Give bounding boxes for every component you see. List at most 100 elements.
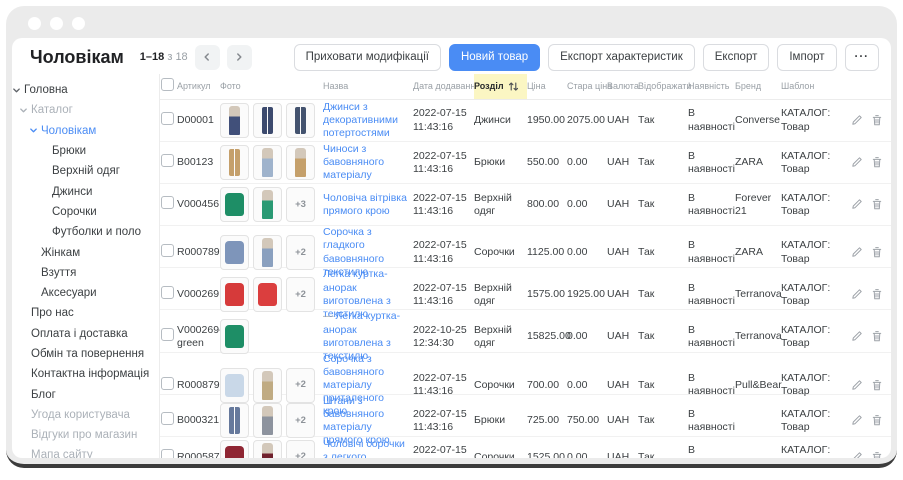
sidebar-item-shoes[interactable]: Взуття: [12, 263, 159, 283]
col-price: Ціна: [527, 81, 567, 92]
product-photos: [220, 145, 323, 180]
product-availability: В наявності: [688, 192, 735, 218]
delete-button[interactable]: [871, 246, 883, 259]
select-all-checkbox[interactable]: [161, 78, 174, 91]
product-section: Брюки: [474, 156, 527, 169]
product-photos: [220, 103, 323, 138]
product-section: Верхній одяг: [474, 192, 527, 218]
row-checkbox[interactable]: [161, 328, 174, 341]
product-sku: V000269-green: [177, 324, 220, 350]
edit-button[interactable]: [851, 288, 863, 301]
products-table: Артикул Фото Назва Дата додавання Розділ…: [160, 74, 891, 458]
product-section: Сорочки: [474, 379, 527, 392]
export-characteristics-button[interactable]: Експорт характеристик: [548, 44, 695, 71]
delete-button[interactable]: [871, 156, 883, 169]
edit-button[interactable]: [851, 114, 863, 127]
row-checkbox[interactable]: [161, 412, 174, 425]
row-checkbox[interactable]: [161, 244, 174, 257]
row-checkbox[interactable]: [161, 286, 174, 299]
delete-button[interactable]: [871, 451, 883, 458]
product-availability: В наявності: [688, 107, 735, 133]
product-name-link[interactable]: Чоловіча вітрівка прямого крою: [323, 192, 409, 218]
sidebar-item-user-agreement[interactable]: Угода користувача: [12, 405, 159, 425]
edit-button[interactable]: [851, 246, 863, 259]
import-button[interactable]: Імпорт: [777, 44, 836, 71]
sidebar-item-payment-delivery[interactable]: Оплата і доставка: [12, 324, 159, 344]
sidebar-item-home[interactable]: Головна: [12, 80, 159, 100]
sidebar-item-tshirts-polo[interactable]: Футболки и поло: [12, 222, 159, 242]
table-header: Артикул Фото Назва Дата додавання Розділ…: [160, 74, 891, 100]
product-old-price: 750.00: [567, 414, 607, 427]
product-photo: [253, 368, 282, 403]
sidebar-item-outerwear[interactable]: Верхній одяг: [12, 161, 159, 181]
product-date: 2022-07-15 11:43:16: [413, 107, 474, 133]
pencil-icon: [851, 330, 863, 342]
row-checkbox[interactable]: [161, 112, 174, 125]
edit-button[interactable]: [851, 414, 863, 427]
pagination-total: з 18: [167, 51, 187, 63]
product-currency: UAH: [607, 198, 638, 211]
table-row: V000269 +2 Легка куртка-анорак виготовле…: [160, 268, 891, 310]
delete-button[interactable]: [871, 198, 883, 211]
new-product-button[interactable]: Новий товар: [449, 44, 540, 71]
product-photos: +2: [220, 368, 323, 403]
product-sku: V000456: [177, 198, 220, 211]
row-checkbox[interactable]: [161, 377, 174, 390]
next-page-button[interactable]: [227, 45, 252, 70]
product-sku: D00001: [177, 114, 220, 127]
col-currency: Валюта: [607, 81, 638, 92]
delete-button[interactable]: [871, 330, 883, 343]
window-dot-icon: [28, 17, 41, 30]
product-photo: [220, 403, 249, 438]
row-checkbox[interactable]: [161, 154, 174, 167]
delete-button[interactable]: [871, 414, 883, 427]
edit-button[interactable]: [851, 198, 863, 211]
product-template: КАТАЛОГ: Товар: [781, 444, 855, 458]
sidebar-item-sitemap[interactable]: Мапа сайту: [12, 445, 159, 458]
trash-icon: [871, 414, 883, 427]
table-row: B00123 Чиноси з бавовняного матеріалу 20…: [160, 142, 891, 184]
delete-button[interactable]: [871, 379, 883, 392]
sort-arrows-icon[interactable]: [508, 81, 519, 92]
sidebar-item-trousers[interactable]: Брюки: [12, 141, 159, 161]
product-photos: +3: [220, 187, 323, 222]
product-currency: UAH: [607, 414, 638, 427]
delete-button[interactable]: [871, 114, 883, 127]
sidebar-item-accessories[interactable]: Аксесуари: [12, 283, 159, 303]
delete-button[interactable]: [871, 288, 883, 301]
product-name-link[interactable]: Чоловічі сорочки з легкого текстилю: [323, 438, 409, 458]
product-price: 725.00: [527, 414, 567, 427]
row-checkbox[interactable]: [161, 449, 174, 458]
sidebar-item-men[interactable]: Чоловікам: [12, 121, 159, 141]
product-old-price: 0.00: [567, 451, 607, 458]
sidebar-item-blog[interactable]: Блог: [12, 384, 159, 404]
sidebar-item-about[interactable]: Про нас: [12, 303, 159, 323]
row-checkbox[interactable]: [161, 196, 174, 209]
sidebar-item-women[interactable]: Жінкам: [12, 242, 159, 262]
edit-button[interactable]: [851, 330, 863, 343]
hide-modifications-button[interactable]: Приховати модифікації: [294, 44, 441, 71]
product-template: КАТАЛОГ: Товар: [781, 107, 855, 133]
sidebar-item-contacts[interactable]: Контактна інформація: [12, 364, 159, 384]
sidebar-item-shirts[interactable]: Сорочки: [12, 202, 159, 222]
sidebar-item-store-reviews[interactable]: Відгуки про магазин: [12, 425, 159, 445]
edit-button[interactable]: [851, 156, 863, 169]
export-button[interactable]: Експорт: [703, 44, 770, 71]
edit-button[interactable]: [851, 451, 863, 458]
col-section[interactable]: Розділ: [474, 74, 527, 99]
product-photo: [220, 440, 249, 458]
product-photo: [253, 403, 282, 438]
product-availability: В наявності: [688, 372, 735, 398]
prev-page-button[interactable]: [195, 45, 220, 70]
product-old-price: 2075.00: [567, 114, 607, 127]
product-price: 800.00: [527, 198, 567, 211]
product-name-link[interactable]: Чиноси з бавовняного матеріалу: [323, 143, 409, 182]
product-display: Так: [638, 330, 688, 343]
sidebar-item-exchange-return[interactable]: Обмін та повернення: [12, 344, 159, 364]
product-price: 700.00: [527, 379, 567, 392]
product-name-link[interactable]: Джинси з декоративними потертостями: [323, 101, 409, 140]
sidebar-item-catalog[interactable]: Каталог: [12, 100, 159, 120]
more-actions-button[interactable]: ···: [845, 44, 880, 71]
sidebar-item-jeans[interactable]: Джинси: [12, 181, 159, 201]
edit-button[interactable]: [851, 379, 863, 392]
